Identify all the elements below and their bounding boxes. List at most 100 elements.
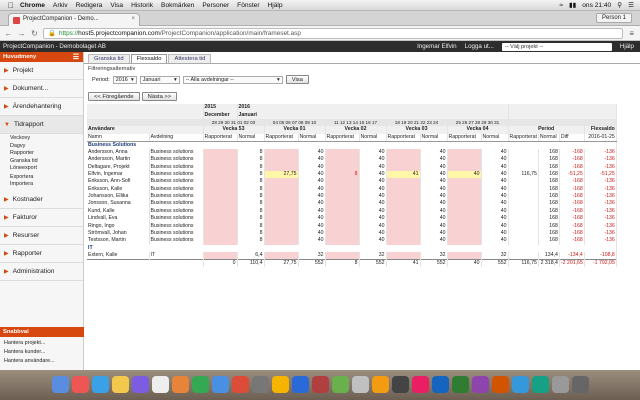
month-select[interactable]: Januari ▾ xyxy=(139,75,180,84)
powerpoint-icon[interactable] xyxy=(371,376,389,393)
terminal-icon[interactable] xyxy=(431,376,449,393)
row-dept: Business solutions xyxy=(149,185,204,193)
menu-bokmarken[interactable]: Bokmärken xyxy=(161,2,194,9)
menu-fonster[interactable]: Fönster xyxy=(237,2,259,9)
flex-value: -136 xyxy=(584,237,617,245)
sidebar-item-fakturor[interactable]: ▶ Fakturor xyxy=(0,209,83,227)
quick-hantera-anvandare[interactable]: Hantera användare... xyxy=(4,358,82,364)
ibooks-icon[interactable] xyxy=(291,376,309,393)
submenu-loneexport[interactable]: Löneexport xyxy=(10,165,83,173)
xcode-icon[interactable] xyxy=(411,376,429,393)
logout-link[interactable]: Logga ut... xyxy=(465,43,494,50)
submenu-granska-tid[interactable]: Granska tid xyxy=(10,158,83,166)
sidebar-item-tidrapport[interactable]: ▼ Tidrapport xyxy=(0,116,83,134)
quick-hantera-kunder[interactable]: Hantera kunder... xyxy=(4,349,82,355)
battery-icon[interactable]: ▮▮ xyxy=(569,1,576,9)
reload-icon[interactable]: ↻ xyxy=(30,29,39,38)
photoshop-icon[interactable] xyxy=(451,376,469,393)
submenu-rapporter[interactable]: Rapporter xyxy=(10,150,83,158)
quick-hantera-projekt[interactable]: Hantera projekt... xyxy=(4,340,82,346)
help-link[interactable]: Hjälp xyxy=(620,43,634,50)
group-label: Business Solutions xyxy=(87,141,617,149)
week-value xyxy=(203,222,238,230)
facetime-icon[interactable] xyxy=(251,376,269,393)
division-select[interactable]: -- Alla avdelningar -- ▾ xyxy=(182,75,283,84)
forward-icon[interactable]: → xyxy=(17,29,26,38)
menu-personer[interactable]: Personer xyxy=(202,2,229,9)
menu-historik[interactable]: Historik xyxy=(131,2,153,9)
hamburger-icon[interactable]: ☰ xyxy=(73,53,79,61)
finder-icon[interactable] xyxy=(51,376,69,393)
submenu-importera[interactable]: Importera xyxy=(10,181,83,189)
year-select[interactable]: 2016 ▾ xyxy=(112,75,137,84)
launchpad-icon[interactable] xyxy=(71,376,89,393)
tab-attestera-tid[interactable]: Attestera tid xyxy=(168,54,212,63)
week-value: 8 xyxy=(237,155,265,164)
next-button[interactable]: Nästa >> xyxy=(141,92,178,101)
back-icon[interactable]: ← xyxy=(4,29,13,38)
wifi-icon[interactable]: ≈ xyxy=(559,2,563,9)
apple-icon[interactable]:  xyxy=(8,1,14,10)
sidebar-item-arendehantering[interactable]: ▶ Ärendehantering xyxy=(0,98,83,116)
sidebar-item-label: Fakturor xyxy=(12,213,38,221)
chevron-right-icon: ▶ xyxy=(4,68,9,74)
row-dept: Business solutions xyxy=(149,222,204,230)
sidebar-item-administration[interactable]: ▶ Administration xyxy=(0,263,83,281)
tab-divider xyxy=(84,63,640,64)
reminders-icon[interactable] xyxy=(191,376,209,393)
clock[interactable]: ons 21:40 xyxy=(582,2,611,9)
appstore-icon[interactable] xyxy=(311,376,329,393)
show-button[interactable]: Visa xyxy=(285,75,309,84)
prev-button[interactable]: << Föregående xyxy=(88,92,140,101)
folder-icon[interactable] xyxy=(471,376,489,393)
menu-app-name[interactable]: Chrome xyxy=(20,2,45,9)
week-value xyxy=(264,237,299,245)
tab-flexsaldo[interactable]: Flexsaldo xyxy=(130,54,168,63)
safari-icon[interactable] xyxy=(91,376,109,393)
period-normal: 168 xyxy=(538,207,560,216)
submenu-exportera[interactable]: Exportera xyxy=(10,174,83,182)
tab-granska-tid[interactable]: Granska tid xyxy=(88,54,130,63)
address-bar[interactable]: 🔒 https://host5.projectcompanion.com/Pro… xyxy=(43,27,624,39)
calendar-icon[interactable] xyxy=(151,376,169,393)
profile-button[interactable]: Person 1 xyxy=(595,13,632,23)
documents-icon[interactable] xyxy=(511,376,529,393)
notes-icon[interactable] xyxy=(171,376,189,393)
photos-icon[interactable] xyxy=(131,376,149,393)
sidebar-item-resurser[interactable]: ▶ Resurser xyxy=(0,227,83,245)
sidebar-item-dokument[interactable]: ▶ Dokument... xyxy=(0,80,83,98)
preferences-icon[interactable] xyxy=(331,376,349,393)
excel-icon[interactable] xyxy=(391,376,409,393)
menu-visa[interactable]: Visa xyxy=(110,2,123,9)
sidebar-item-projekt[interactable]: ▶ Projekt xyxy=(0,62,83,80)
row-name: Eriksson, Ann-Sofi xyxy=(87,178,150,186)
chevron-right-icon: ▶ xyxy=(4,250,9,257)
chrome-menu-icon[interactable]: ≡ xyxy=(629,29,634,38)
week-value xyxy=(203,170,238,179)
menu-redigera[interactable]: Redigera xyxy=(76,2,103,9)
downloads-icon[interactable] xyxy=(491,376,509,393)
messages-icon[interactable] xyxy=(231,376,249,393)
browser-tab[interactable]: ProjectCompanion - Demo... × xyxy=(8,13,140,26)
total-value: 110,4 xyxy=(237,259,265,268)
activity-icon[interactable] xyxy=(531,376,549,393)
submenu-dagvy[interactable]: Dagvy xyxy=(10,143,83,151)
sidebar: Huvudmeny ☰ ▶ Projekt ▶ Dokument... ▶ Ärende… xyxy=(0,52,84,370)
list-icon[interactable]: ☰ xyxy=(628,1,634,9)
menu-arkiv[interactable]: Arkiv xyxy=(53,2,68,9)
user-name[interactable]: Ingemar Elfvin xyxy=(417,43,457,50)
period-label: Period: xyxy=(92,76,110,83)
trash-icon[interactable] xyxy=(551,376,569,393)
maps-icon[interactable] xyxy=(211,376,229,393)
close-icon[interactable]: × xyxy=(131,16,135,22)
itunes-icon[interactable] xyxy=(271,376,289,393)
sidebar-item-kostnader[interactable]: ▶ Kostnader xyxy=(0,191,83,209)
menu-hjalp[interactable]: Hjälp xyxy=(268,2,283,9)
misc-icon[interactable] xyxy=(571,376,589,393)
submenu-veckovy[interactable]: Veckovy xyxy=(10,135,83,143)
word-icon[interactable] xyxy=(351,376,369,393)
search-icon[interactable]: ⚲ xyxy=(617,1,622,9)
chrome-icon[interactable] xyxy=(111,376,129,393)
project-select[interactable]: -- Välj projekt -- xyxy=(501,42,612,51)
sidebar-item-rapporter[interactable]: ▶ Rapporter xyxy=(0,245,83,263)
